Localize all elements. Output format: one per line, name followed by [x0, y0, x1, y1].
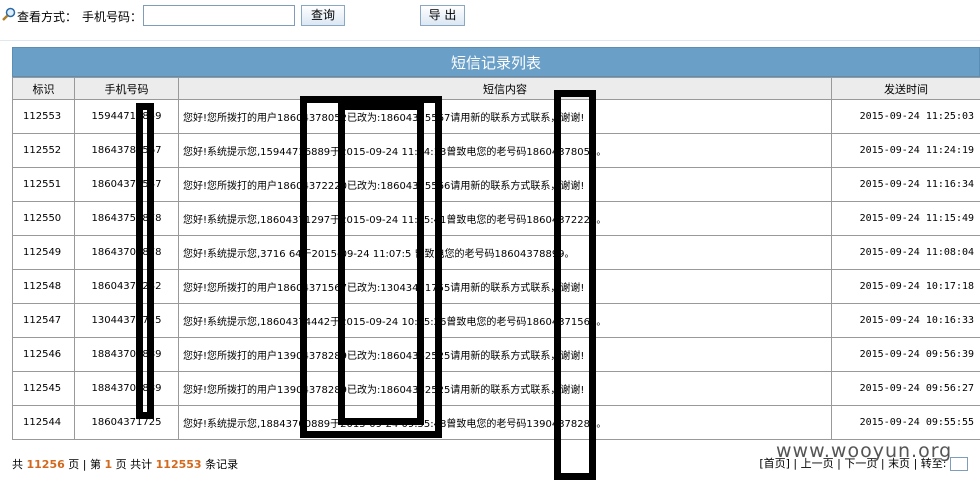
row-time: 2015-09-24 11:08:04	[831, 235, 980, 270]
search-icon	[2, 7, 16, 21]
row-message: 您好!系统提示您,3716 64于2015-09-24 11:07:5 曾致电您…	[178, 235, 832, 270]
row-time: 2015-09-24 09:56:39	[831, 337, 980, 372]
table-row: 112547 13044371725 您好!系统提示您,18604374442于20…	[12, 303, 980, 338]
redaction-box-message-inner	[338, 103, 424, 425]
row-message: 您好!您所拨打的用户18604378052已改为:18604375567请用新的…	[178, 99, 832, 134]
query-button[interactable]: 查询	[301, 5, 345, 26]
row-phone: 18643707878	[74, 235, 179, 270]
row-phone: 18604371232	[74, 269, 179, 304]
row-phone: 15944713859	[74, 99, 179, 134]
table-row: 112551 18604373547 您好!您所拨打的用户18604372220已改…	[12, 167, 980, 202]
header-id: 标识	[12, 77, 75, 100]
row-id: 112547	[12, 303, 75, 338]
row-time: 2015-09-24 11:16:34	[831, 167, 980, 202]
table-row: 112552 18643782567 您好!系统提示您,15944716889于20…	[12, 133, 980, 168]
row-id: 112548	[12, 269, 75, 304]
table-row: 112546 18843709889 您好!您所拨打的用户13904378289已改…	[12, 337, 980, 372]
row-time: 2015-09-24 09:55:55	[831, 405, 980, 440]
summary-text: 共	[12, 458, 23, 471]
table-row: 112550 18643757878 您好!系统提示您,18604371297于20…	[12, 201, 980, 236]
phone-label: 手机号码：	[82, 10, 143, 24]
table-header-row: 标识 手机号码 短信内容 发送时间	[12, 77, 980, 100]
row-time: 2015-09-24 11:24:19	[831, 133, 980, 168]
row-message: 您好!系统提示您,18604371297于2015-09-24 11:15:41…	[178, 201, 832, 236]
toolbar: 查看方式： 手机号码： 查询 导 出	[0, 0, 980, 34]
summary-text: 页 | 第	[68, 458, 101, 471]
row-time: 2015-09-24 10:17:18	[831, 269, 980, 304]
row-id: 112544	[12, 405, 75, 440]
table-row: 112544 18604371725 您好!系统提示您,18843700889于20…	[12, 405, 980, 440]
row-message: 您好!系统提示您,18843700889于2015-09-24 09:55:48…	[178, 405, 832, 440]
sms-table: 标识 手机号码 短信内容 发送时间 112553 15944713859 您好!您所…	[12, 77, 980, 440]
row-phone: 18604373547	[74, 167, 179, 202]
view-mode-label: 查看方式：	[17, 10, 78, 24]
row-phone: 18604371725	[74, 405, 179, 440]
row-phone: 18843709889	[74, 337, 179, 372]
row-phone: 18643757878	[74, 201, 179, 236]
current-page: 1	[104, 458, 113, 471]
row-id: 112549	[12, 235, 75, 270]
goto-page-input[interactable]	[950, 457, 968, 471]
export-button[interactable]: 导 出	[420, 5, 465, 26]
row-time: 2015-09-24 11:25:03	[831, 99, 980, 134]
row-time: 2015-09-24 09:56:27	[831, 371, 980, 406]
table-row: 112549 18643707878 您好!系统提示您,3716 64于2015-0…	[12, 235, 980, 270]
table-row: 112553 15944713859 您好!您所拨打的用户18604378052已改…	[12, 99, 980, 134]
divider	[0, 40, 980, 41]
phone-input[interactable]	[143, 5, 295, 26]
row-id: 112553	[12, 99, 75, 134]
row-id: 112550	[12, 201, 75, 236]
row-time: 2015-09-24 11:15:49	[831, 201, 980, 236]
redaction-box-phone	[136, 103, 154, 419]
row-id: 112552	[12, 133, 75, 168]
row-message: 您好!您所拨打的用户18604372220已改为:18604375566请用新的…	[178, 167, 832, 202]
row-phone: 18843709889	[74, 371, 179, 406]
summary-text: 页 共计	[115, 458, 153, 471]
sms-table-panel: 短信记录列表 标识 手机号码 短信内容 发送时间 112553 159447138…	[12, 47, 980, 440]
total-pages: 11256	[26, 458, 65, 471]
row-id: 112545	[12, 371, 75, 406]
header-time: 发送时间	[831, 77, 980, 100]
row-message: 您好!您所拨打的用户13904378289已改为:18604342525请用新的…	[178, 371, 832, 406]
row-message: 您好!您所拨打的用户13904378289已改为:18604342525请用新的…	[178, 337, 832, 372]
table-row: 112545 18843709889 您好!您所拨打的用户13904378289已改…	[12, 371, 980, 406]
table-title: 短信记录列表	[12, 47, 980, 77]
row-id: 112546	[12, 337, 75, 372]
pagination-summary: 共 11256 页 | 第 1 页 共计 112553 条记录	[12, 456, 238, 472]
row-message: 您好!系统提示您,15944716889于2015-09-24 11:24:13…	[178, 133, 832, 168]
row-id: 112551	[12, 167, 75, 202]
row-message: 您好!您所拨打的用户18604371567已改为:13043431755请用新的…	[178, 269, 832, 304]
summary-text: 条记录	[205, 458, 239, 471]
row-phone: 13044371725	[74, 303, 179, 338]
total-records: 112553	[155, 458, 202, 471]
row-phone: 18643782567	[74, 133, 179, 168]
row-message: 您好!系统提示您,18604374442于2015-09-24 10:15:26…	[178, 303, 832, 338]
header-phone: 手机号码	[74, 77, 179, 100]
watermark: www.wooyun.org	[776, 440, 953, 462]
header-content: 短信内容	[178, 77, 832, 100]
table-row: 112548 18604371232 您好!您所拨打的用户18604371567已改…	[12, 269, 980, 304]
redaction-box-contact	[554, 90, 596, 480]
row-time: 2015-09-24 10:16:33	[831, 303, 980, 338]
